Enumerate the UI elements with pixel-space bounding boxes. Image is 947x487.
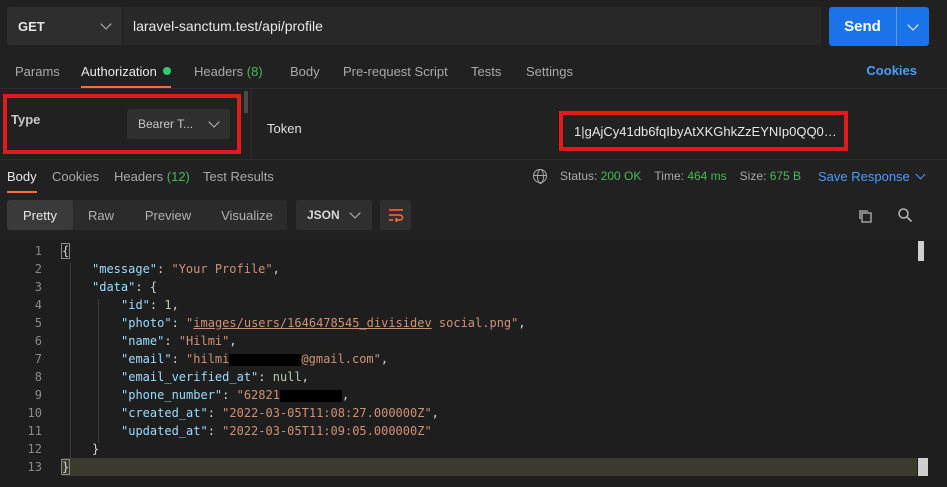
method-label: GET	[18, 18, 45, 34]
highlight-box-type	[3, 94, 241, 154]
status-value[interactable]: 200 OK	[601, 169, 642, 183]
code-line-brace: }	[60, 459, 71, 475]
view-mode-toolbar: Pretty Raw Preview Visualize	[7, 200, 287, 230]
view-preview-button[interactable]: Preview	[129, 200, 207, 230]
code-line: 7 "email": "hilmi @gmail.com",	[34, 352, 389, 366]
search-icon[interactable]	[897, 207, 913, 223]
globe-icon[interactable]	[533, 169, 547, 184]
chevron-down-icon	[907, 18, 919, 31]
photo-link[interactable]: images/users/1646478545_divisidev	[193, 316, 431, 330]
redaction-mask	[229, 353, 302, 366]
wrap-lines-button[interactable]	[380, 200, 411, 230]
code-line: 2 "message": "Your Profile",	[34, 262, 280, 276]
token-input[interactable]: 1|gAjCy41db6fqIbyAtXKGhkZzEYNIp0QQ0E...	[559, 111, 848, 151]
send-button-group: Send	[829, 7, 929, 46]
code-line: 3 "data": {	[34, 280, 158, 294]
chevron-down-icon	[100, 18, 112, 30]
code-cursor-marker	[918, 458, 928, 476]
format-select[interactable]: JSON	[296, 200, 372, 230]
code-line: 12 }	[27, 442, 100, 456]
save-response-button[interactable]: Save Response	[818, 161, 926, 191]
tab-authorization[interactable]: Authorization	[81, 54, 171, 88]
tab-response-body[interactable]: Body	[7, 161, 37, 193]
url-input[interactable]: laravel-sanctum.test/api/profile	[123, 7, 821, 45]
response-body-code[interactable]: 1 { 2 "message": "Your Profile", 3 "data…	[0, 240, 947, 487]
tab-response-cookies[interactable]: Cookies	[52, 161, 99, 191]
authorization-panel: Type Bearer T... Token 1|gAjCy41db6fqIby…	[0, 88, 947, 161]
code-line: 9 "phone_number": "62821,	[34, 388, 350, 402]
tab-params[interactable]: Params	[15, 54, 60, 88]
headers-count: (8)	[246, 63, 263, 79]
copy-icon[interactable]	[857, 208, 873, 224]
tab-settings[interactable]: Settings	[526, 54, 573, 88]
view-visualize-button[interactable]: Visualize	[207, 200, 287, 230]
active-dot-icon	[162, 67, 171, 75]
chevron-down-icon	[349, 207, 361, 219]
method-select[interactable]: GET	[7, 7, 123, 45]
request-bar: GET laravel-sanctum.test/api/profile	[7, 7, 821, 45]
pane-scrollbar[interactable]	[244, 91, 248, 113]
send-button[interactable]: Send	[829, 7, 896, 46]
size-value[interactable]: 675 B	[770, 169, 801, 183]
code-line: 10 "created_at": "2022-03-05T11:08:27.00…	[27, 406, 439, 420]
tab-headers[interactable]: Headers (8)	[194, 54, 263, 88]
request-tabs: Params Authorization Headers (8) Body Pr…	[0, 54, 947, 88]
chevron-down-icon	[915, 169, 926, 179]
auth-type-pane: Type Bearer T...	[0, 89, 252, 161]
wrap-lines-icon	[388, 209, 403, 222]
active-tab-underline	[7, 191, 37, 193]
code-line: 4 "id": 1,	[34, 298, 179, 312]
code-scrollbar-thumb[interactable]	[918, 241, 924, 261]
tab-response-headers[interactable]: Headers (12)	[114, 161, 190, 191]
token-value: 1|gAjCy41db6fqIbyAtXKGhkZzEYNIp0QQ0E...	[574, 123, 839, 139]
response-status: Status: 200 OK Time: 464 ms Size: 675 B	[533, 161, 801, 191]
code-line: 11 "updated_at": "2022-03-05T11:09:05.00…	[27, 424, 432, 438]
view-raw-button[interactable]: Raw	[73, 200, 129, 230]
response-headers-count: (12)	[166, 168, 190, 184]
code-line: 6 "name": "Hilmi",	[34, 334, 237, 348]
tab-tests[interactable]: Tests	[471, 54, 501, 88]
response-tabs: Body Cookies Headers (12) Test Results S…	[0, 161, 947, 193]
tab-body[interactable]: Body	[290, 54, 320, 88]
token-label: Token	[267, 121, 302, 136]
view-pretty-button[interactable]: Pretty	[7, 200, 73, 230]
redaction-mask	[279, 389, 342, 402]
code-line: 5 "photo": "images/users/1646478545_divi…	[34, 316, 526, 330]
send-dropdown-button[interactable]	[897, 7, 929, 46]
code-line: 1 {	[34, 243, 71, 259]
time-value[interactable]: 464 ms	[687, 169, 726, 183]
tab-test-results[interactable]: Test Results	[203, 161, 274, 191]
code-line-current	[62, 458, 917, 476]
code-line: 13	[27, 460, 42, 474]
tab-prerequest-script[interactable]: Pre-request Script	[343, 54, 448, 88]
code-line: 8 "email_verified_at": null,	[34, 370, 309, 384]
cookies-link[interactable]: Cookies	[866, 63, 917, 78]
